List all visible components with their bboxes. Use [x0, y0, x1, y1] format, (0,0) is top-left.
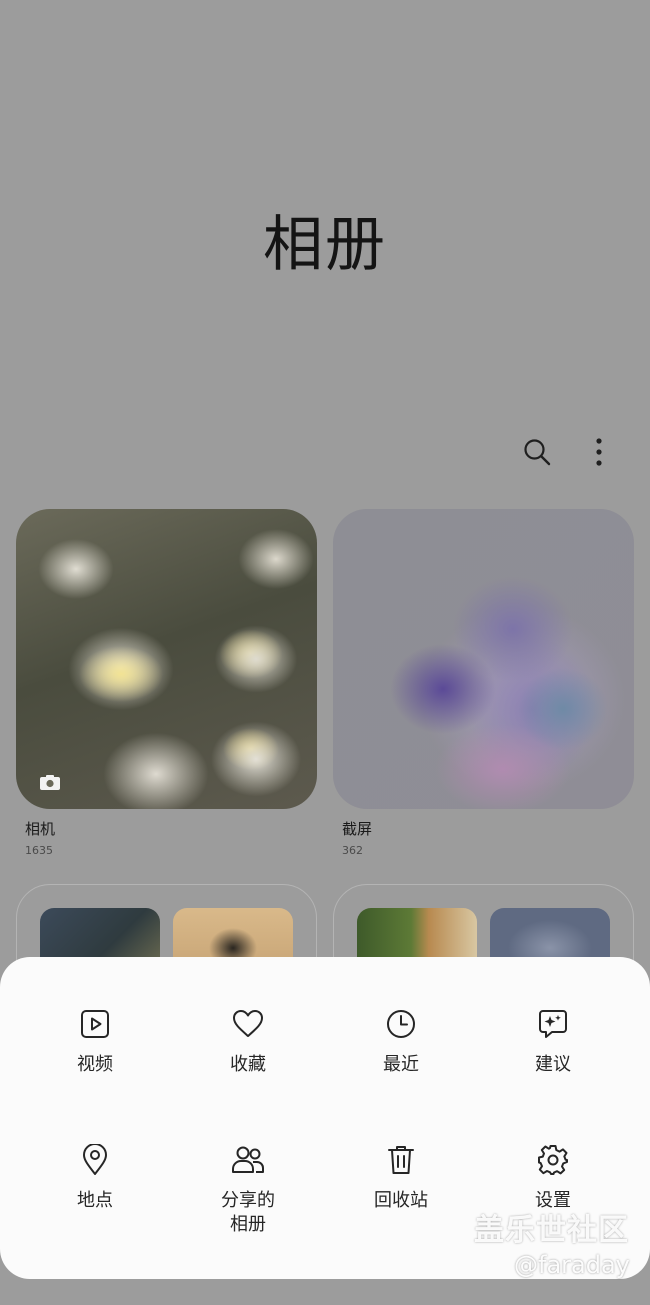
- album-thumbnail-camera[interactable]: [16, 509, 317, 809]
- more-options-button[interactable]: [575, 428, 623, 476]
- menu-item-settings[interactable]: 设置: [483, 1143, 623, 1213]
- menu-item-suggestions[interactable]: 建议: [483, 1007, 623, 1077]
- album-name-camera: 相机: [25, 820, 56, 838]
- menu-item-shared-albums[interactable]: 分享的 相册: [178, 1143, 318, 1237]
- trash-icon: [384, 1143, 418, 1177]
- album-count-screenshots: 362: [342, 844, 363, 857]
- menu-item-label-line1: 分享的: [221, 1190, 275, 1211]
- album-count-camera: 1635: [25, 844, 53, 857]
- menu-item-label: 建议: [535, 1054, 571, 1075]
- watermark-community: 盖乐世社区: [474, 1213, 629, 1248]
- play-square-icon: [78, 1007, 112, 1041]
- watermark-username: @faraday: [514, 1251, 630, 1279]
- menu-item-videos[interactable]: 视频: [25, 1007, 165, 1077]
- menu-item-label: 地点: [77, 1190, 113, 1211]
- camera-icon: [40, 775, 60, 790]
- menu-item-label: 收藏: [230, 1054, 266, 1075]
- menu-item-recent[interactable]: 最近: [331, 1007, 471, 1077]
- people-icon: [231, 1143, 265, 1177]
- menu-item-favorites[interactable]: 收藏: [178, 1007, 318, 1077]
- search-button[interactable]: [513, 428, 561, 476]
- gear-icon: [536, 1143, 570, 1177]
- menu-item-locations[interactable]: 地点: [25, 1143, 165, 1213]
- menu-item-trash[interactable]: 回收站: [331, 1143, 471, 1213]
- clock-icon: [384, 1007, 418, 1041]
- album-name-screenshots: 截屏: [342, 820, 373, 838]
- sparkle-chat-icon: [536, 1007, 570, 1041]
- menu-item-label-line2: 相册: [230, 1214, 266, 1235]
- page-title: 相册: [263, 210, 387, 280]
- more-vertical-icon: [596, 438, 602, 466]
- search-icon: [524, 439, 551, 466]
- menu-item-label: 回收站: [374, 1190, 428, 1211]
- menu-item-label: 视频: [77, 1054, 113, 1075]
- heart-icon: [231, 1007, 265, 1041]
- map-pin-icon: [78, 1143, 112, 1177]
- album-thumbnail-screenshots[interactable]: [333, 509, 634, 809]
- menu-item-label: 分享的 相册: [208, 1189, 288, 1237]
- menu-item-label: 最近: [383, 1054, 419, 1075]
